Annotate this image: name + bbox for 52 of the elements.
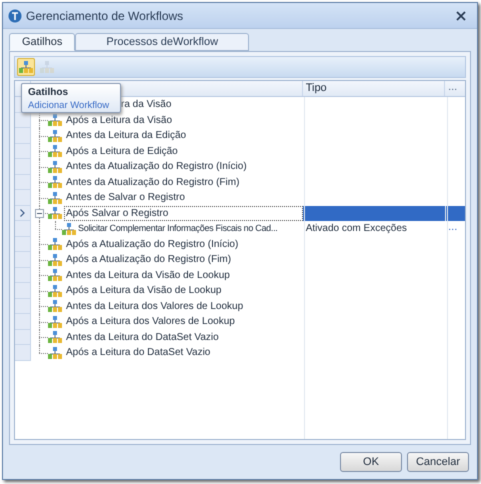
workflow-icon (48, 300, 62, 312)
tree-node-label[interactable]: Após a Leitura dos Valores de Lookup (64, 314, 237, 330)
workflow-icon (48, 114, 62, 126)
add-workflow-button[interactable] (17, 58, 35, 76)
tree-node-label[interactable]: Após a Atualização do Registro (Início) (64, 236, 240, 252)
chevron-right-icon (20, 208, 25, 217)
tooltip-title: Gatilhos (28, 86, 68, 99)
workflow-icon (48, 346, 62, 359)
collapse-toggle[interactable] (35, 209, 44, 218)
workflow-icon (48, 284, 62, 297)
tree-node-label[interactable]: Solicitar Complementar Informações Fiscais no Cad... (78, 222, 278, 236)
workflow-icon (48, 145, 62, 158)
tree-node-label[interactable]: Antes da Leitura dos Valores de Lookup (64, 298, 246, 314)
workflow-icon (48, 130, 62, 142)
tree-node-label[interactable]: Antes de Salvar o Registro (64, 190, 187, 206)
tree-node-label[interactable]: Antes da Atualização do Registro (Fim) (64, 174, 242, 190)
tree-node-label[interactable]: Após a Leitura da Visão de Lookup (64, 283, 224, 298)
ellipsis-button[interactable]: ... (445, 221, 466, 236)
workflow-icon (48, 238, 62, 250)
tab[interactable]: Processos deWorkflow (75, 33, 250, 51)
column-header[interactable]: ... (445, 81, 465, 96)
app-logo-icon (8, 8, 22, 22)
workflow-icon (62, 222, 76, 235)
column-header[interactable]: Tipo (302, 81, 446, 96)
tree-node-label[interactable]: Após Salvar o Registro (64, 206, 303, 221)
workflow-icon (48, 192, 62, 204)
workflow-icon (19, 61, 33, 73)
window-title: Gerenciamento de Workflows (26, 8, 184, 24)
workflow-icon (48, 160, 62, 173)
workflow-icon (40, 61, 54, 73)
tooltip-text: Adicionar Workflow (28, 99, 110, 112)
tree-node-label[interactable]: Antes da Atualização do Registro (Início) (64, 159, 249, 174)
tree-node-label[interactable]: Após a Leitura da Visão (64, 112, 174, 128)
tree-node-label[interactable]: Antes da Leitura da Edição (64, 128, 188, 144)
tree-node-label[interactable]: ra da Visão (121, 99, 172, 110)
workflow-icon (48, 316, 62, 328)
tree-node-label[interactable]: Antes da Leitura do DataSet Vazio (64, 330, 221, 345)
tree-node-label[interactable]: Após a Atualização do Registro (Fim) (64, 252, 234, 268)
dialog-button[interactable]: Cancelar (407, 452, 469, 472)
table-cell-text: Ativado com Exceções (304, 222, 408, 236)
workflow-icon (48, 269, 62, 282)
row-header[interactable] (15, 206, 31, 221)
workflow-icon (48, 331, 62, 344)
workflow-icon (48, 207, 62, 220)
tree-node-label[interactable]: Após a Leitura do DataSet Vazio (64, 345, 212, 360)
tree-node-label[interactable]: Antes da Leitura da Visão de Lookup (64, 268, 232, 283)
workflow-icon (48, 176, 62, 188)
tab[interactable]: Gatilhos (9, 33, 76, 51)
dialog-button[interactable]: OK (340, 452, 402, 472)
workflow-icon (48, 254, 62, 266)
tree-node-label[interactable]: Após a Leitura de Edição (64, 144, 180, 159)
close-icon[interactable] (456, 10, 466, 20)
